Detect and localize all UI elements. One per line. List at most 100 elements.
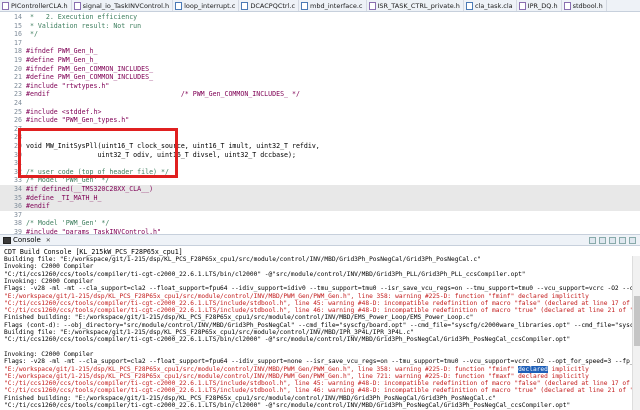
code-line: 35 #define _TI_MATH_H_ xyxy=(0,193,640,203)
console-icon xyxy=(3,236,11,244)
line-number: 34 xyxy=(14,185,22,193)
console-toolbar xyxy=(589,237,636,244)
code-text: #include <stddef.h> xyxy=(26,107,102,116)
line-number: 18 xyxy=(14,47,22,56)
line-number: 37 xyxy=(14,210,22,219)
editor-tab-label: PIControllerCLA.h xyxy=(11,2,68,10)
editor-tab-label: cla_task.cla xyxy=(474,2,513,10)
header-file-icon xyxy=(368,2,376,10)
code-line: 34 #if defined(__TMS320C28XX_CLA__) xyxy=(0,185,640,194)
code-text: #ifndef PWM_Gen_h_ xyxy=(26,47,98,56)
code-editor[interactable]: 14 * 2. Execution efficiency 15 * Validat… xyxy=(0,12,640,234)
scroll-lock-icon[interactable] xyxy=(599,237,606,244)
code-line: 24 xyxy=(0,99,640,108)
editor-tab[interactable]: stdbool.h xyxy=(562,0,607,11)
code-text: #endif xyxy=(26,202,50,211)
code-line: 25 #include <stddef.h> xyxy=(0,108,640,117)
close-icon[interactable]: ✕ xyxy=(46,237,51,244)
line-number: 26 xyxy=(14,116,22,125)
console-title: CDT Build Console [KL_215kW_PCS_F28P65x_… xyxy=(4,248,183,256)
editor-tab[interactable]: cla_task.cla xyxy=(464,0,517,11)
pin-console-icon[interactable] xyxy=(609,237,616,244)
code-line: 20 #ifndef PWM_Gen_COMMON_INCLUDES_ xyxy=(0,65,640,74)
code-text: * 2. Execution efficiency xyxy=(26,13,138,21)
code-line: 37 xyxy=(0,211,640,220)
header-file-icon xyxy=(73,2,81,10)
code-line: 14 * 2. Execution efficiency xyxy=(0,13,640,22)
console-output[interactable]: Building file: "E:/workspace/git/1-215/d… xyxy=(0,256,640,410)
source-file-icon xyxy=(465,2,473,10)
console-scrollbar[interactable] xyxy=(632,256,640,410)
code-text: #if defined(__TMS320C28XX_CLA__) xyxy=(26,185,154,193)
line-number: 21 xyxy=(14,73,22,82)
selected-text: declared xyxy=(518,365,548,373)
line-number: 24 xyxy=(14,99,22,107)
code-text: /* Model 'PWM_Gen' */ xyxy=(26,219,110,228)
code-text: #include "PWM_Gen_types.h" xyxy=(26,116,130,125)
line-number: 22 xyxy=(14,81,22,90)
line-number: 16 xyxy=(14,30,22,39)
display-console-icon[interactable] xyxy=(619,237,626,244)
editor-tab[interactable]: loop_interrupt.c xyxy=(173,0,240,11)
console-view-tab-bar: Console ✕ xyxy=(0,234,640,246)
editor-tab[interactable]: DCACPQCtrl.c xyxy=(239,0,300,11)
header-file-icon xyxy=(563,2,571,10)
highlight-annotation-box xyxy=(18,128,178,178)
code-text: #ifndef PWM_Gen_COMMON_INCLUDES_ xyxy=(26,64,154,73)
code-line: 21 #define PWM_Gen_COMMON_INCLUDES_ xyxy=(0,73,640,82)
line-number: 25 xyxy=(14,107,22,116)
console-text: implicitly xyxy=(547,365,589,373)
editor-tab-label: IPR_DQ.h xyxy=(527,2,558,10)
code-text: */ xyxy=(26,30,38,39)
code-text: #define PWM_Gen_h_ xyxy=(26,56,98,64)
console-text: "E:/workspace/git/1-215/dsp/KL_PCS_F28P6… xyxy=(4,365,519,373)
console-tab-label: Console xyxy=(13,236,41,244)
code-line: 22 #include "rtwtypes.h" xyxy=(0,82,640,91)
editor-tab-label: signal_io_TaskINVControl.h xyxy=(82,2,170,10)
editor-tab-label: loop_interrupt.c xyxy=(184,2,236,10)
code-line: 26 #include "PWM_Gen_types.h" xyxy=(0,116,640,125)
code-line: 23 #endif /* PWM_Gen_COMMON_INCLUDES_ */ xyxy=(0,90,640,99)
editor-tab[interactable]: signal_io_TaskINVControl.h xyxy=(72,0,174,11)
code-line: 16 */ xyxy=(0,30,640,39)
code-text: #define PWM_Gen_COMMON_INCLUDES_ xyxy=(26,73,154,82)
editor-tab[interactable]: IPR_DQ.h xyxy=(517,0,562,11)
editor-tab-label: ISR_TASK_CTRL_private.h xyxy=(377,2,460,10)
line-number: 15 xyxy=(14,21,22,30)
line-number: 36 xyxy=(14,202,22,211)
console-line: "C:/ti/ccs1260/ccs/tools/compiler/ti-cgt… xyxy=(4,402,571,409)
code-text: * Validation result: Not run xyxy=(26,21,142,30)
scrollbar-thumb[interactable] xyxy=(634,296,640,346)
line-number: 19 xyxy=(14,56,22,64)
minimize-icon[interactable] xyxy=(629,237,636,244)
editor-tab[interactable]: PIControllerCLA.h xyxy=(0,0,72,11)
console-tab[interactable]: Console ✕ xyxy=(3,236,51,244)
code-line: 38 /* Model 'PWM_Gen' */ xyxy=(0,219,640,228)
code-line: 19 #define PWM_Gen_h_ xyxy=(0,56,640,65)
line-number: 20 xyxy=(14,64,22,73)
line-number: 17 xyxy=(14,38,22,47)
header-file-icon xyxy=(2,2,9,10)
code-line: 18 #ifndef PWM_Gen_h_ xyxy=(0,47,640,56)
line-number: 14 xyxy=(14,13,22,21)
code-line: 36 #endif xyxy=(0,202,640,211)
line-number: 35 xyxy=(14,193,22,202)
source-file-icon xyxy=(175,2,183,10)
header-file-icon xyxy=(518,2,526,10)
code-text: #include "rtwtypes.h" xyxy=(26,81,110,90)
source-file-icon xyxy=(241,2,249,10)
code-line: 15 * Validation result: Not run xyxy=(0,22,640,31)
code-line: 17 xyxy=(0,39,640,48)
editor-tab-label: mbd_interface.c xyxy=(310,2,363,10)
clear-console-icon[interactable] xyxy=(589,237,596,244)
editor-tab-bar: PIControllerCLA.h signal_io_TaskINVContro… xyxy=(0,0,640,12)
line-number: 38 xyxy=(14,219,22,228)
editor-tab[interactable]: mbd_interface.c xyxy=(299,0,367,11)
source-file-icon xyxy=(301,2,309,10)
line-number: 23 xyxy=(14,90,22,99)
code-text: #endif /* PWM_Gen_COMMON_INCLUDES_ */ xyxy=(26,90,300,99)
editor-tab[interactable]: ISR_TASK_CTRL_private.h xyxy=(367,0,464,11)
code-text: #define _TI_MATH_H_ xyxy=(26,193,102,202)
editor-tab-label: DCACPQCtrl.c xyxy=(250,2,296,10)
editor-tab-label: stdbool.h xyxy=(572,2,603,10)
